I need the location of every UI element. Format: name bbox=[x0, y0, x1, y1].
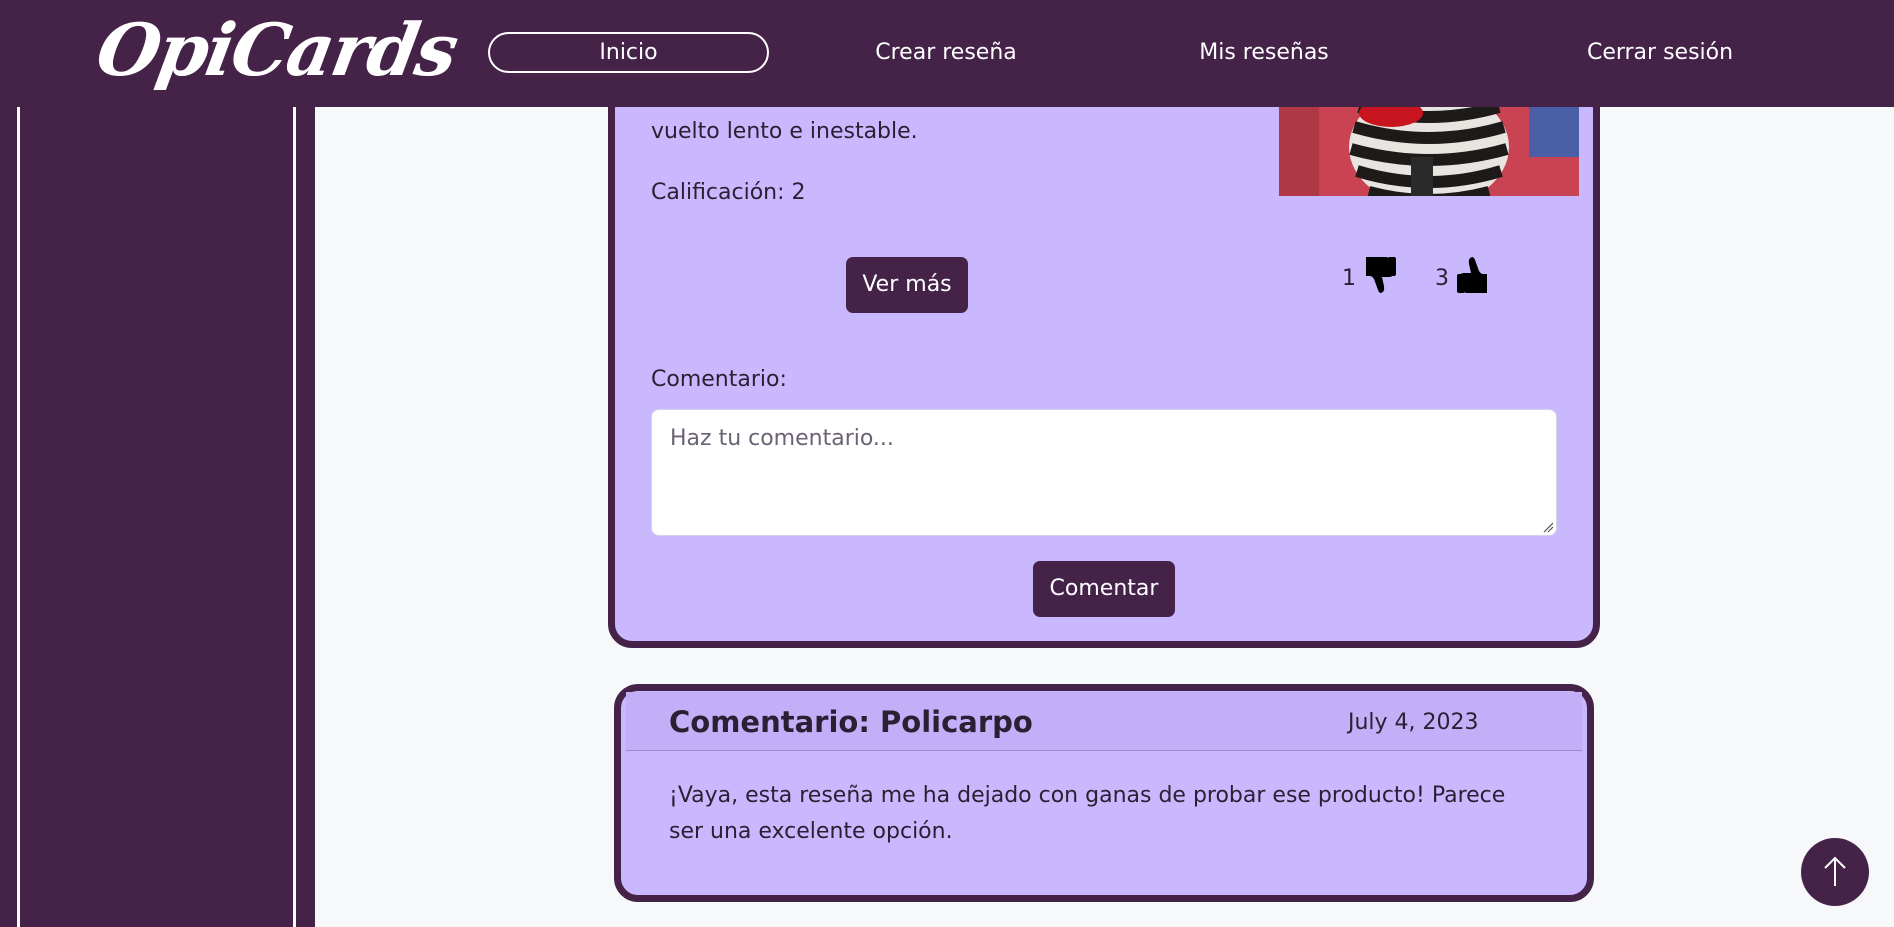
arrow-up-icon bbox=[1824, 856, 1846, 886]
comment-date: July 4, 2023 bbox=[1348, 710, 1479, 735]
thumbs-down-icon bbox=[1362, 255, 1398, 301]
nav-inicio[interactable]: Inicio bbox=[488, 32, 769, 73]
like-button[interactable]: 3 bbox=[1435, 256, 1491, 300]
comment-author: Comentario: Policarpo bbox=[669, 705, 1033, 739]
comment-textarea[interactable] bbox=[651, 409, 1557, 536]
nav-mis-resenas[interactable]: Mis reseñas bbox=[1164, 32, 1364, 73]
nav-cerrar-sesion[interactable]: Cerrar sesión bbox=[1560, 32, 1760, 73]
top-navbar: OpiCards Inicio Crear reseña Mis reseñas… bbox=[0, 0, 1894, 107]
logo[interactable]: OpiCards bbox=[90, 2, 464, 98]
comment-label: Comentario: bbox=[651, 367, 787, 392]
resize-grip-icon[interactable] bbox=[1542, 521, 1554, 533]
product-image bbox=[1279, 107, 1579, 196]
like-count: 3 bbox=[1435, 265, 1449, 291]
ver-mas-button[interactable]: Ver más bbox=[846, 257, 968, 313]
review-text: vuelto lento e inestable. bbox=[651, 119, 918, 144]
dislike-count: 1 bbox=[1342, 265, 1356, 291]
nav-crear-resena[interactable]: Crear reseña bbox=[846, 32, 1046, 73]
sidebar-divider-right bbox=[293, 0, 296, 927]
comentar-button[interactable]: Comentar bbox=[1033, 561, 1175, 617]
sidebar bbox=[0, 0, 315, 927]
comment-body: ¡Vaya, esta reseña me ha dejado con gana… bbox=[669, 783, 1506, 844]
thumbs-up-icon bbox=[1455, 255, 1491, 301]
scroll-top-button[interactable] bbox=[1801, 838, 1869, 906]
dislike-button[interactable]: 1 bbox=[1342, 256, 1398, 300]
sidebar-divider-left bbox=[17, 0, 20, 927]
review-rating: Calificación: 2 bbox=[651, 180, 806, 205]
